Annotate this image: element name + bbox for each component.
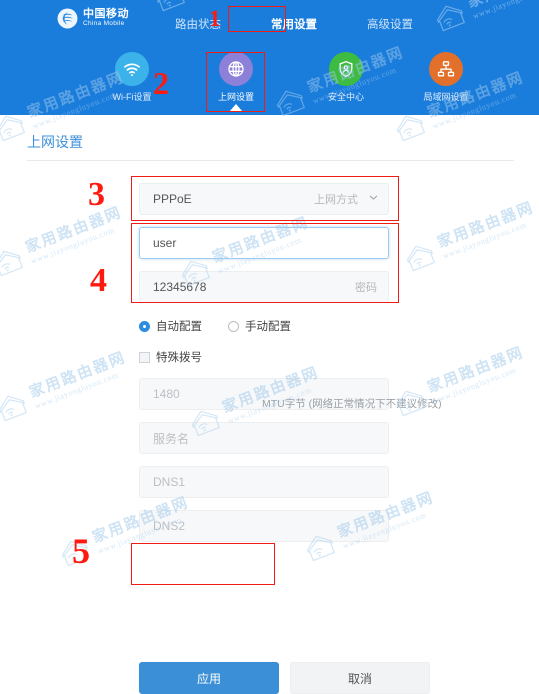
special-dial-box [139, 351, 150, 363]
radio-manual-config[interactable]: 手动配置 [228, 318, 291, 334]
service-name-input[interactable]: 服务名 [139, 422, 389, 454]
password-label: 密码 [355, 282, 377, 294]
feature-lan-settings-label: 局域网设置 [423, 92, 469, 102]
wifi-icon [115, 52, 149, 86]
feature-security-center-label: 安全中心 [327, 92, 364, 102]
password-input[interactable]: 12345678 密码 [139, 271, 389, 303]
form-actions: 应用 取消 [139, 662, 430, 694]
feature-wifi-settings[interactable]: Wi-Fi设置 [82, 52, 182, 103]
dns2-input[interactable]: DNS2 [139, 510, 389, 542]
feature-internet-settings-label: 上网设置 [217, 92, 254, 102]
username-input[interactable]: user [139, 227, 389, 259]
username-value: user [153, 236, 177, 250]
radio-manual-config-dot [228, 320, 239, 332]
internet-settings-form: PPPoE 上网方式 user 12345678 密码 自动配置 手动配置 特殊… [139, 183, 389, 554]
feature-internet-settings[interactable]: 上网设置 [186, 52, 286, 112]
network-topology-icon [429, 52, 463, 86]
mtu-value: 1480 [153, 387, 180, 401]
special-dial-label: 特殊拨号 [156, 352, 202, 364]
dns1-placeholder: DNS1 [153, 475, 186, 489]
globe-icon [219, 52, 253, 86]
password-value: 12345678 [153, 280, 207, 294]
connection-type-select[interactable]: PPPoE 上网方式 [139, 183, 389, 215]
radio-manual-config-label: 手动配置 [245, 321, 291, 333]
feature-icon-row: Wi-Fi设置 上网设置 安全中心 局域网设置 [0, 52, 539, 112]
cancel-button[interactable]: 取消 [290, 662, 430, 694]
config-mode-radio-group: 自动配置 手动配置 [139, 315, 389, 337]
special-dial-checkbox[interactable]: 特殊拨号 [139, 346, 389, 368]
tab-router-status[interactable]: 路由状态 [165, 13, 231, 35]
chevron-down-icon [368, 192, 379, 206]
connection-type-value: PPPoE [153, 192, 192, 206]
radio-auto-config-dot [139, 320, 150, 332]
app-header: 中国移动 China Mobile 路由状态 常用设置 高级设置 Wi-Fi设置 [0, 0, 539, 115]
connection-type-label: 上网方式 [314, 194, 358, 206]
radio-auto-config[interactable]: 自动配置 [139, 318, 202, 334]
china-mobile-logo-icon [57, 8, 78, 29]
active-tab-caret [229, 104, 243, 112]
mtu-hint-text: MTU字节 (网络正常情况下不建议修改) [262, 398, 442, 410]
dns1-input[interactable]: DNS1 [139, 466, 389, 498]
title-divider [27, 160, 514, 161]
radio-auto-config-label: 自动配置 [156, 321, 202, 333]
feature-lan-settings[interactable]: 局域网设置 [396, 52, 496, 103]
shield-user-icon [329, 52, 363, 86]
dns2-placeholder: DNS2 [153, 519, 186, 533]
service-name-placeholder: 服务名 [153, 431, 190, 446]
top-nav-tabs: 路由状态 常用设置 高级设置 [165, 13, 423, 35]
page-content: 上网设置 PPPoE 上网方式 user 12345678 密码 自动配置 手动… [0, 115, 539, 694]
apply-button[interactable]: 应用 [139, 662, 279, 694]
brand-logo: 中国移动 China Mobile [57, 8, 129, 29]
tab-advanced-settings[interactable]: 高级设置 [357, 13, 423, 35]
page-title: 上网设置 [27, 134, 83, 150]
feature-wifi-settings-label: Wi-Fi设置 [112, 92, 152, 102]
feature-security-center[interactable]: 安全中心 [296, 52, 396, 103]
tab-common-settings[interactable]: 常用设置 [261, 13, 327, 35]
brand-name-en: China Mobile [83, 19, 125, 27]
